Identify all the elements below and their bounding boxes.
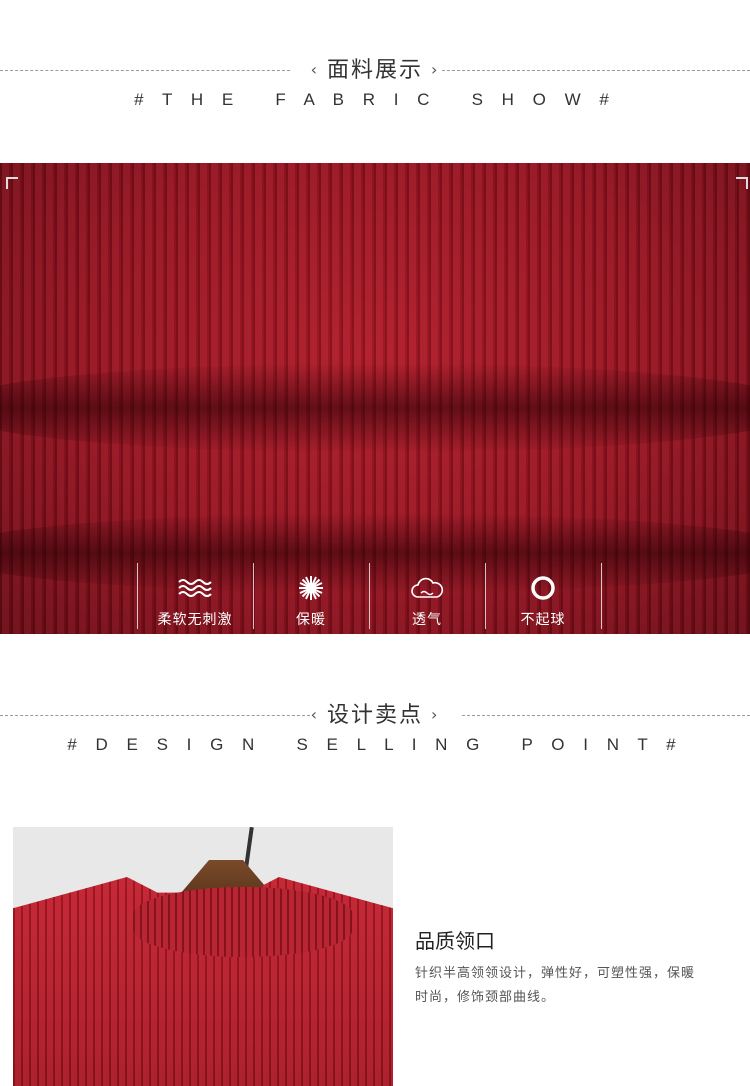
feature-label: 不起球 bbox=[520, 612, 566, 628]
chevron-left-icon: ‹ bbox=[310, 705, 319, 724]
feature-list: 柔软无刺激 保暖 透气 不起球 bbox=[137, 563, 603, 629]
chevron-right-icon: › bbox=[431, 705, 440, 724]
design-title-text: 设计卖点 bbox=[326, 703, 423, 728]
feature-item-no-pilling: 不起球 bbox=[485, 563, 601, 629]
fabric-image: 柔软无刺激 保暖 透气 不起球 bbox=[0, 163, 750, 634]
fabric-title-text: 面料展示 bbox=[326, 58, 423, 83]
selling-point-title: 品质领口 bbox=[415, 929, 495, 953]
fabric-title: ‹ 面料展示 › bbox=[0, 58, 750, 85]
sun-icon bbox=[253, 575, 369, 601]
feature-label: 透气 bbox=[412, 612, 442, 628]
feature-label: 保暖 bbox=[296, 612, 326, 628]
corner-mark-icon bbox=[736, 177, 748, 189]
chevron-right-icon: › bbox=[431, 60, 440, 79]
fabric-fold bbox=[0, 363, 750, 453]
fabric-subtitle: # T H E F A B R I C S H O W # bbox=[134, 90, 616, 109]
feature-item-soft: 柔软无刺激 bbox=[137, 563, 253, 629]
fabric-section-header: ‹ 面料展示 › # T H E F A B R I C S H O W # bbox=[0, 58, 750, 118]
feature-item-warm: 保暖 bbox=[253, 563, 369, 629]
selling-point-description: 针织半高领领设计，弹性好，可塑性强，保暖时尚，修饰颈部曲线。 bbox=[415, 966, 696, 1005]
design-title: ‹ 设计卖点 › bbox=[0, 703, 750, 730]
waves-icon bbox=[137, 575, 253, 601]
feature-divider bbox=[601, 563, 602, 629]
ring-icon bbox=[485, 575, 601, 601]
feature-label: 柔软无刺激 bbox=[157, 612, 233, 628]
design-subtitle: # D E S I G N S E L L I N G P O I N T # bbox=[67, 735, 683, 754]
chevron-left-icon: ‹ bbox=[310, 60, 319, 79]
feature-item-breathable: 透气 bbox=[369, 563, 485, 629]
corner-mark-icon bbox=[6, 177, 18, 189]
cloud-icon bbox=[369, 575, 485, 601]
collar-photo bbox=[13, 827, 393, 1086]
design-section-header: ‹ 设计卖点 › # D E S I G N S E L L I N G P O I… bbox=[0, 703, 750, 763]
sweater-collar bbox=[133, 887, 353, 957]
hanger-hook bbox=[244, 827, 254, 868]
